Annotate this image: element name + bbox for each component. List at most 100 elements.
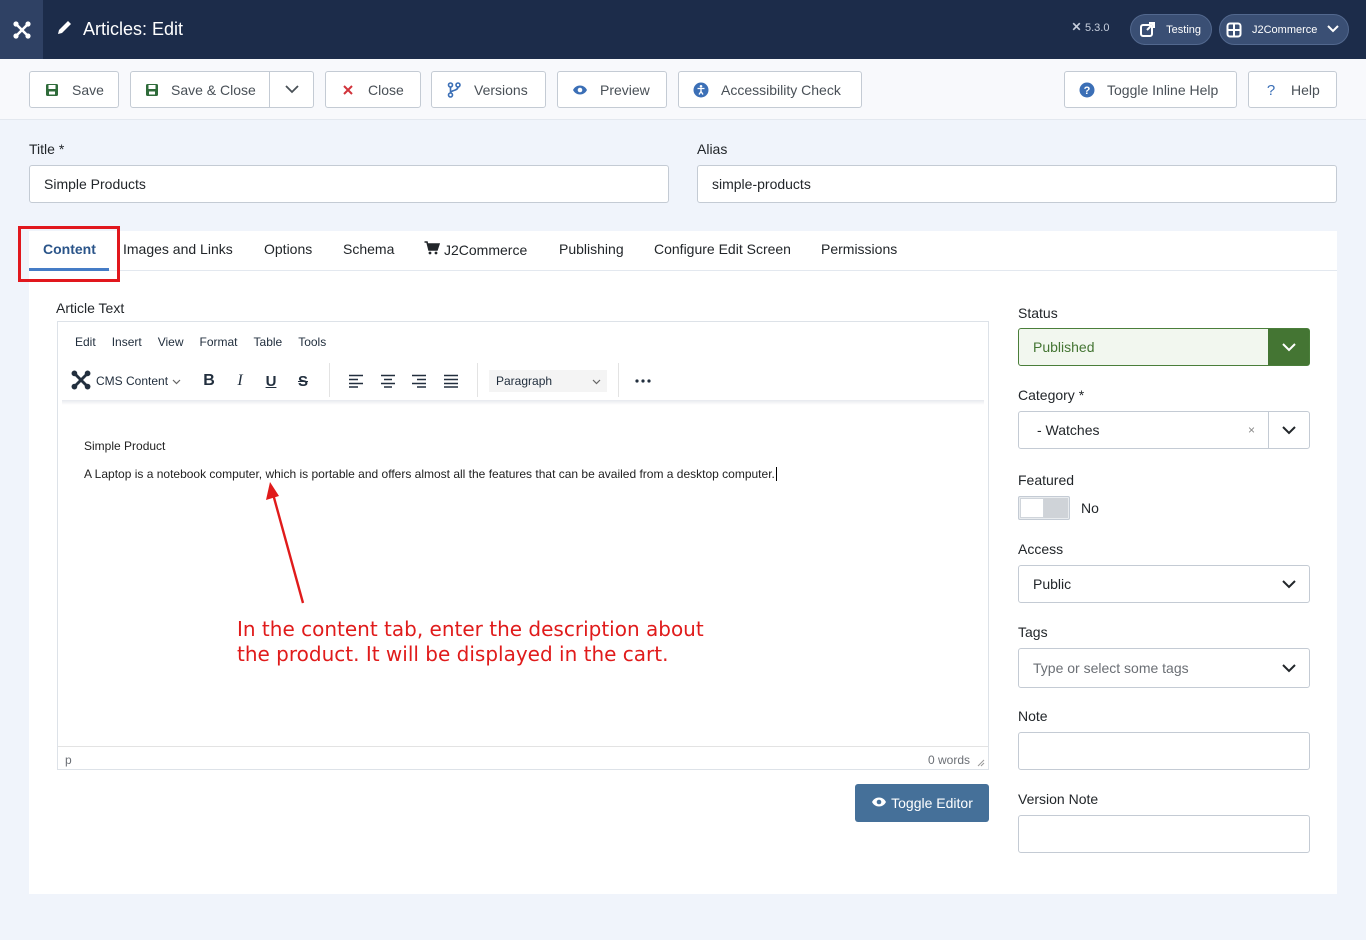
resize-handle-icon[interactable] <box>977 756 985 770</box>
pencil-icon <box>56 18 74 41</box>
save-label: Save <box>72 81 104 98</box>
align-center-icon[interactable] <box>376 370 400 392</box>
close-label: Close <box>368 81 404 98</box>
status-select[interactable]: Published <box>1018 328 1310 366</box>
content-tab-highlight <box>18 226 120 282</box>
align-justify-icon[interactable] <box>439 370 463 392</box>
align-left-icon[interactable] <box>344 370 368 392</box>
joomla-logo-icon[interactable] <box>0 0 43 59</box>
joomla-icon <box>70 369 92 394</box>
tags-placeholder: Type or select some tags <box>1033 660 1189 676</box>
chevron-down-icon <box>172 374 181 388</box>
annotation-line-2: the product. It will be displayed in the… <box>237 642 669 666</box>
more-icon[interactable] <box>631 370 655 392</box>
chevron-down-icon <box>592 374 601 388</box>
editor-statusbar: p 0 words <box>58 746 988 770</box>
toggle-editor-button[interactable]: Toggle Editor <box>855 784 989 822</box>
eye-icon <box>871 795 887 811</box>
chevron-down-icon <box>1268 566 1309 602</box>
editor-toolbar: CMS Content B I U S Paragraph <box>58 362 988 400</box>
category-select[interactable]: - Watches × <box>1018 411 1310 449</box>
toggle-editor-label: Toggle Editor <box>891 795 973 811</box>
cms-content-label: CMS Content <box>96 374 169 388</box>
header: Articles: Edit 5.3.0 Testing J2Commerce <box>0 0 1366 59</box>
block-format-select[interactable]: Paragraph <box>489 370 607 392</box>
save-close-label: Save & Close <box>171 81 256 98</box>
chevron-down-icon <box>1268 329 1309 365</box>
title-input[interactable]: Simple Products <box>29 165 669 203</box>
bold-icon[interactable]: B <box>197 370 221 392</box>
menu-format[interactable]: Format <box>200 335 238 349</box>
chevron-down-icon <box>1327 24 1340 36</box>
question-circle-icon: ? <box>1079 82 1095 98</box>
save-options-dropdown[interactable] <box>269 71 314 108</box>
version-note-label: Version Note <box>1018 791 1099 807</box>
note-input[interactable] <box>1018 732 1310 770</box>
tab-schema[interactable]: Schema <box>343 241 394 257</box>
version-text: 5.3.0 <box>1085 22 1110 34</box>
toggle-track <box>1044 498 1068 518</box>
versions-button[interactable]: Versions <box>431 71 546 108</box>
menu-view[interactable]: View <box>158 335 184 349</box>
accessibility-check-button[interactable]: Accessibility Check <box>678 71 862 108</box>
floppy-icon <box>145 82 159 98</box>
save-button[interactable]: Save <box>29 71 119 108</box>
element-path[interactable]: p <box>65 753 72 767</box>
toolbar-separator <box>329 363 330 397</box>
tab-publishing[interactable]: Publishing <box>559 241 624 257</box>
cms-content-dropdown[interactable]: CMS Content <box>70 370 190 392</box>
preview-button[interactable]: Preview <box>557 71 667 108</box>
status-value: Published <box>1033 339 1095 355</box>
editor-menubar: Edit Insert View Format Table Tools <box>58 322 988 362</box>
joomla-small-icon <box>1071 21 1082 35</box>
underline-icon[interactable]: U <box>259 370 283 392</box>
menu-insert[interactable]: Insert <box>112 335 142 349</box>
save-close-button[interactable]: Save & Close <box>130 71 270 108</box>
clear-icon[interactable]: × <box>1248 423 1255 437</box>
access-label: Access <box>1018 541 1064 557</box>
toggle-inline-help-button[interactable]: ? Toggle Inline Help <box>1064 71 1237 108</box>
user-menu[interactable]: J2Commerce <box>1219 14 1349 45</box>
tab-options[interactable]: Options <box>264 241 312 257</box>
featured-value: No <box>1081 500 1099 516</box>
testing-site-link[interactable]: Testing <box>1130 14 1212 45</box>
editor-content[interactable]: Simple Product A Laptop is a notebook co… <box>84 432 777 488</box>
word-count[interactable]: 0 words <box>928 753 970 767</box>
italic-icon[interactable]: I <box>228 370 252 392</box>
category-label: Category * <box>1018 387 1085 403</box>
page-title-text: Articles: Edit <box>83 19 184 39</box>
toolbar-shadow <box>62 400 984 405</box>
tab-configure-edit-screen[interactable]: Configure Edit Screen <box>654 241 791 257</box>
alias-input[interactable]: simple-products <box>697 165 1337 203</box>
tab-j2commerce[interactable]: J2Commerce <box>424 241 527 258</box>
align-right-icon[interactable] <box>407 370 431 392</box>
close-button[interactable]: Close <box>325 71 421 108</box>
paragraph-label: Paragraph <box>496 374 553 388</box>
toolbar-separator <box>477 363 478 397</box>
version-note-input[interactable] <box>1018 815 1310 853</box>
code-branch-icon <box>446 81 462 98</box>
article-text-label: Article Text <box>56 300 125 316</box>
eye-icon <box>572 82 588 98</box>
access-select[interactable]: Public <box>1018 565 1310 603</box>
tags-select[interactable]: Type or select some tags <box>1018 648 1310 688</box>
accessibility-label: Accessibility Check <box>721 81 841 98</box>
tab-permissions[interactable]: Permissions <box>821 241 897 257</box>
strikethrough-icon[interactable]: S <box>291 370 315 392</box>
toolbar-separator <box>618 363 619 397</box>
cart-icon <box>424 241 441 258</box>
menu-tools[interactable]: Tools <box>298 335 326 349</box>
status-label: Status <box>1018 305 1058 321</box>
featured-toggle[interactable] <box>1018 496 1070 520</box>
tab-bar: Content Images and Links Options Schema … <box>29 231 1337 271</box>
menu-edit[interactable]: Edit <box>75 335 96 349</box>
tags-label: Tags <box>1018 624 1048 640</box>
svg-text:?: ? <box>1084 85 1091 97</box>
tab-images-links[interactable]: Images and Links <box>123 241 233 257</box>
grid-icon <box>1226 20 1242 40</box>
title-label: Title * <box>29 141 65 157</box>
category-value: - Watches <box>1037 422 1100 438</box>
help-button[interactable]: ? Help <box>1248 71 1337 108</box>
menu-table[interactable]: Table <box>254 335 283 349</box>
chevron-down-icon <box>284 81 299 99</box>
